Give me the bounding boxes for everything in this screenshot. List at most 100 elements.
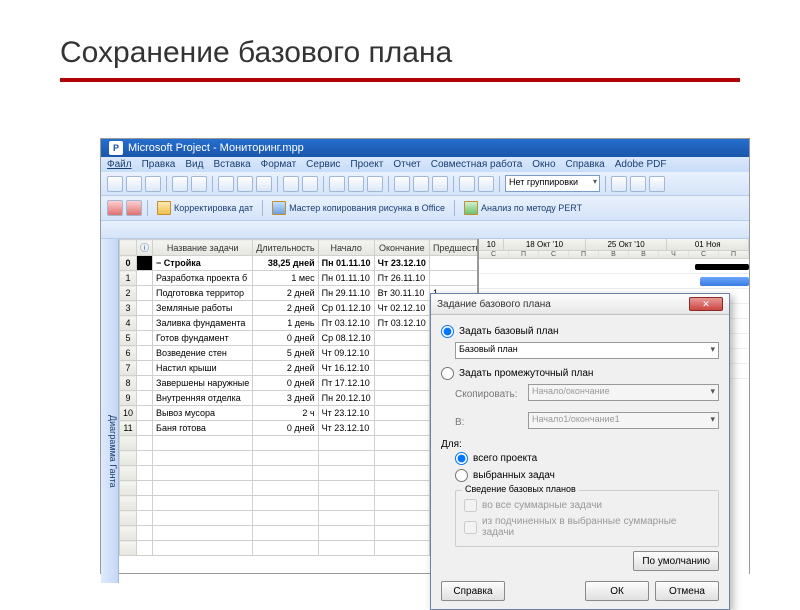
menu-file[interactable]: Файл <box>107 159 132 170</box>
dialog-title-text: Задание базового плана <box>437 299 551 310</box>
menu-format[interactable]: Формат <box>261 159 297 170</box>
group-legend: Сведение базовых планов <box>462 484 579 494</box>
group-combo[interactable]: Нет группировки <box>505 175 600 192</box>
menu-edit[interactable]: Правка <box>142 159 176 170</box>
to-select: Начало1/окончание1 <box>528 412 719 429</box>
view-tab[interactable]: Диаграмма Ганта <box>101 239 119 583</box>
table-row[interactable]: 5 Готов фундамент0 днейСр 08.12.10 <box>120 331 480 346</box>
rollup-group: Сведение базовых планов во все суммарные… <box>455 490 719 547</box>
app-icon: P <box>109 141 123 155</box>
menu-insert[interactable]: Вставка <box>213 159 250 170</box>
table-row[interactable] <box>120 526 480 541</box>
toolbar-second: Корректировка дат Мастер копирования рис… <box>101 196 749 221</box>
menu-view[interactable]: Вид <box>185 159 203 170</box>
col-end[interactable]: Окончание <box>374 240 429 256</box>
goto-icon[interactable] <box>459 176 475 192</box>
table-row[interactable]: 8 Завершены наружные0 днейПт 17.12.10 <box>120 376 480 391</box>
undo-icon[interactable] <box>283 176 299 192</box>
split-icon[interactable] <box>367 176 383 192</box>
zoom-icon[interactable] <box>478 176 494 192</box>
table-row[interactable] <box>120 511 480 526</box>
table-row[interactable] <box>120 541 480 556</box>
new-icon[interactable] <box>107 176 123 192</box>
unlink-icon[interactable] <box>348 176 364 192</box>
table-row[interactable]: 7 Настил крыши2 днейЧт 16.12.10 <box>120 361 480 376</box>
check-all-summary: во все суммарные задачи <box>464 497 710 514</box>
radio-baseline-input[interactable] <box>441 325 454 338</box>
titlebar: P Microsoft Project - Мониторинг.mpp <box>101 139 749 157</box>
table-row[interactable]: 10 Вывоз мусора2 чЧт 23.12.10 <box>120 406 480 421</box>
radio-selected-tasks[interactable]: выбранных задач <box>455 467 719 484</box>
table-row[interactable]: 2 Подготовка территор2 днейПн 29.11.10Вт… <box>120 286 480 301</box>
ok-button[interactable]: ОК <box>585 581 649 601</box>
col-info[interactable]: ⓘ <box>137 240 153 256</box>
col-duration[interactable]: Длительность <box>253 240 318 256</box>
table-row[interactable] <box>120 496 480 511</box>
open-icon[interactable] <box>126 176 142 192</box>
cancel-button[interactable]: Отмена <box>655 581 719 601</box>
pert-button[interactable]: Анализ по методу PERT <box>460 199 586 217</box>
table-row[interactable] <box>120 436 480 451</box>
radio-baseline[interactable]: Задать базовый план <box>441 323 719 340</box>
menu-report[interactable]: Отчет <box>393 159 420 170</box>
pdf1-icon[interactable] <box>107 200 123 216</box>
col-rownum[interactable] <box>120 240 137 256</box>
help-icon[interactable] <box>649 176 665 192</box>
print-icon[interactable] <box>172 176 188 192</box>
assign-icon[interactable] <box>432 176 448 192</box>
table-row[interactable] <box>120 451 480 466</box>
menu-tools[interactable]: Сервис <box>306 159 340 170</box>
col-start[interactable]: Начало <box>318 240 374 256</box>
paste-icon[interactable] <box>256 176 272 192</box>
to-label: В: <box>455 417 523 428</box>
copy-picture-button[interactable]: Мастер копирования рисунка в Office <box>268 199 449 217</box>
for-label: Для: <box>441 439 719 450</box>
info-icon[interactable] <box>394 176 410 192</box>
cut-icon[interactable] <box>218 176 234 192</box>
col-name[interactable]: Название задачи <box>153 240 253 256</box>
menu-window[interactable]: Окно <box>532 159 555 170</box>
table-row[interactable]: 3 Земляные работы2 днейСр 01.12.10Чт 02.… <box>120 301 480 316</box>
check-from-sub: из подчиненных в выбранные суммарные зад… <box>464 514 710 540</box>
save-icon[interactable] <box>145 176 161 192</box>
toolbar-main: Нет группировки <box>101 172 749 196</box>
menu-collab[interactable]: Совместная работа <box>431 159 523 170</box>
table-row[interactable] <box>120 466 480 481</box>
radio-interim[interactable]: Задать промежуточный план <box>441 365 719 382</box>
redo-icon[interactable] <box>302 176 318 192</box>
menubar: Файл Правка Вид Вставка Формат Сервис Пр… <box>101 157 749 172</box>
table-row[interactable]: 0 − Стройка38,25 дней Пн 01.11.10Чт 23.1… <box>120 256 480 271</box>
copy-icon[interactable] <box>237 176 253 192</box>
menu-help[interactable]: Справка <box>566 159 605 170</box>
col-pred[interactable]: Предшественники <box>429 240 479 256</box>
formula-bar <box>101 221 749 239</box>
default-button[interactable]: По умолчанию <box>633 551 719 571</box>
filter-icon[interactable] <box>611 176 627 192</box>
radio-interim-input[interactable] <box>441 367 454 380</box>
table-row[interactable]: 1 Разработка проекта б1 месПн 01.11.10Пт… <box>120 271 480 286</box>
timeline-weeks: 10 18 Окт '10 25 Окт '10 01 Ноя <box>479 239 749 251</box>
table-row[interactable]: 4 Заливка фундамента1 деньПт 03.12.10Пт … <box>120 316 480 331</box>
dialog-titlebar: Задание базового плана ✕ <box>431 294 729 315</box>
menu-project[interactable]: Проект <box>350 159 383 170</box>
task-table: ⓘ Название задачи Длительность Начало Ок… <box>119 239 479 556</box>
link-icon[interactable] <box>329 176 345 192</box>
help-button[interactable]: Справка <box>441 581 505 601</box>
preview-icon[interactable] <box>191 176 207 192</box>
wizard-icon[interactable] <box>630 176 646 192</box>
close-icon[interactable]: ✕ <box>689 297 723 311</box>
menu-pdf[interactable]: Adobe PDF <box>615 159 667 170</box>
adjust-dates-button[interactable]: Корректировка дат <box>153 199 257 217</box>
task-grid: ⓘ Название задачи Длительность Начало Ок… <box>119 239 479 583</box>
app-title: Microsoft Project - Мониторинг.mpp <box>128 142 304 154</box>
table-row[interactable]: 11 Баня готова0 днейЧт 23.12.10 <box>120 421 480 436</box>
pdf2-icon[interactable] <box>126 200 142 216</box>
table-row[interactable] <box>120 481 480 496</box>
timeline-days: СПСПВВЧСП <box>479 251 749 259</box>
note-icon[interactable] <box>413 176 429 192</box>
baseline-select[interactable]: Базовый план <box>455 342 719 359</box>
table-row[interactable]: 9 Внутренняя отделка3 днейПн 20.12.10 <box>120 391 480 406</box>
radio-whole-project[interactable]: всего проекта <box>455 450 719 467</box>
table-row[interactable]: 6 Возведение стен5 днейЧт 09.12.10 <box>120 346 480 361</box>
title-underline <box>60 78 740 82</box>
